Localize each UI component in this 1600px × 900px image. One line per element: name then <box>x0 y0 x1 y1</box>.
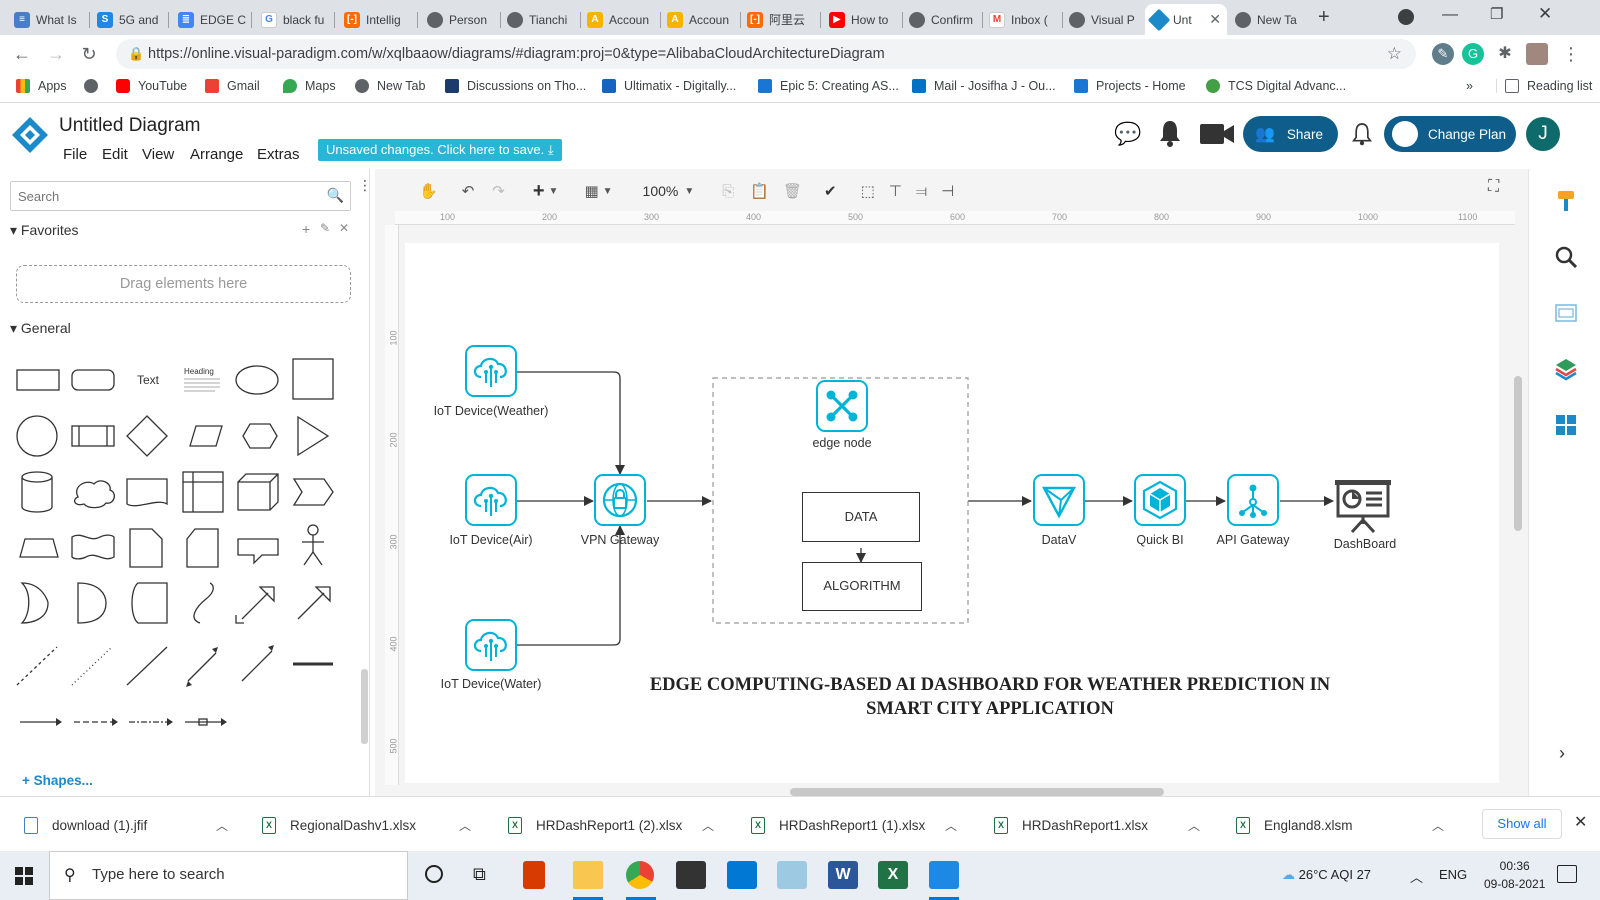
image-file-icon <box>24 816 38 834</box>
excel-file-icon: X <box>994 816 1008 834</box>
page-outline-icon[interactable] <box>1554 301 1578 325</box>
apps-panel-icon[interactable] <box>1554 413 1578 437</box>
vpn-gateway-node[interactable] <box>594 474 646 526</box>
cortana-icon[interactable] <box>425 865 443 883</box>
dashboard-node[interactable] <box>1334 478 1392 534</box>
quick-bi-icon <box>1142 480 1178 520</box>
api-gateway-icon <box>1239 484 1267 518</box>
vpn-gateway-label: VPN Gateway <box>580 533 660 547</box>
iot-weather-node[interactable] <box>465 345 517 397</box>
excel-file-icon: X <box>751 816 765 834</box>
file-explorer-icon[interactable] <box>573 861 603 889</box>
chevron-up-icon[interactable]: ︿ <box>1432 817 1444 834</box>
vpn-gateway-icon <box>602 482 638 518</box>
diagram-title[interactable]: EDGE COMPUTING-BASED AI DASHBOARD FOR WE… <box>580 673 1400 721</box>
office-app-icon[interactable] <box>523 861 545 889</box>
search-icon[interactable] <box>1554 245 1578 269</box>
excel-macro-file-icon: X <box>1236 816 1250 834</box>
vertical-scrollbar[interactable] <box>1514 376 1522 531</box>
api-gateway-label: API Gateway <box>1216 533 1290 547</box>
right-rail: › <box>1528 169 1600 796</box>
chevron-up-icon[interactable]: ︿ <box>1188 817 1200 834</box>
format-brush-icon[interactable] <box>1554 189 1578 213</box>
layers-icon[interactable] <box>1554 357 1578 381</box>
tray-overflow-icon[interactable]: ︿ <box>1410 867 1423 886</box>
weather-to-vpn-connector <box>516 371 625 475</box>
algorithm-node[interactable]: ALGORITHM <box>802 562 922 611</box>
edge-node[interactable] <box>816 380 868 432</box>
download-item[interactable]: X HRDashReport1.xlsx <box>994 811 1148 839</box>
download-item[interactable]: X HRDashReport1 (1).xlsx <box>751 811 925 839</box>
iot-device-icon <box>473 486 507 516</box>
word-app-icon[interactable]: W <box>828 861 858 889</box>
taskbar-search[interactable]: ⚲ Type here to search <box>49 851 408 900</box>
datav-node[interactable] <box>1033 474 1085 526</box>
quick-bi-label: Quick BI <box>1136 533 1184 547</box>
notifications-icon[interactable] <box>1557 865 1577 883</box>
iot-air-node[interactable] <box>465 474 517 526</box>
diagram-connectors <box>516 371 1334 646</box>
edge-node-label: edge node <box>812 436 872 450</box>
excel-file-icon: X <box>262 816 276 834</box>
weather-widget[interactable]: ☁ 26°C AQI 27 <box>1282 867 1371 883</box>
clock[interactable]: 00:36 09-08-2021 <box>1484 857 1545 893</box>
edge-node-icon <box>826 390 858 422</box>
data-node[interactable]: DATA <box>802 492 920 542</box>
datav-label: DataV <box>1041 533 1077 547</box>
download-item[interactable]: X HRDashReport1 (2).xlsx <box>508 811 682 839</box>
windows-start-icon[interactable] <box>15 867 33 885</box>
quick-bi-node[interactable] <box>1134 474 1186 526</box>
chevron-up-icon[interactable]: ︿ <box>459 817 471 834</box>
language-indicator[interactable]: ENG <box>1439 867 1467 882</box>
close-downloads-icon[interactable]: ✕ <box>1574 812 1587 832</box>
search-icon: ⚲ <box>64 867 76 884</box>
store-app-icon[interactable] <box>676 861 706 889</box>
mail-app-icon[interactable] <box>727 861 757 889</box>
iot-weather-label: IoT Device(Weather) <box>433 404 549 418</box>
paint-app-icon[interactable] <box>777 861 807 889</box>
iot-water-node[interactable] <box>465 619 517 671</box>
download-item[interactable]: download (1).jfif <box>24 811 147 839</box>
iot-device-icon <box>473 631 507 661</box>
excel-app-icon[interactable]: X <box>878 861 908 889</box>
show-all-downloads-button[interactable]: Show all <box>1482 809 1562 839</box>
chrome-app-icon[interactable] <box>626 861 654 889</box>
downloads-bar: download (1).jfif ︿ X RegionalDashv1.xlsx… <box>0 796 1600 851</box>
download-item[interactable]: X England8.xlsm <box>1236 811 1353 839</box>
chevron-up-icon[interactable]: ︿ <box>945 817 957 834</box>
windows-taskbar: ⚲ Type here to search ⧉ W X ☁ 26°C AQI 2… <box>0 851 1600 900</box>
taskbar-search-placeholder: Type here to search <box>92 866 225 883</box>
iot-device-icon <box>473 357 507 387</box>
chevron-up-icon[interactable]: ︿ <box>702 817 714 834</box>
chevron-up-icon[interactable]: ︿ <box>216 817 228 834</box>
datav-icon <box>1041 486 1077 519</box>
chevron-right-icon[interactable]: › <box>1559 743 1565 764</box>
horizontal-scrollbar[interactable] <box>790 788 1164 796</box>
api-gateway-node[interactable] <box>1227 474 1279 526</box>
task-view-icon[interactable]: ⧉ <box>473 864 486 885</box>
iot-air-label: IoT Device(Air) <box>449 533 533 547</box>
download-item[interactable]: X RegionalDashv1.xlsx <box>262 811 416 839</box>
weather-cloud-icon: ☁ <box>1282 867 1295 882</box>
iot-water-label: IoT Device(Water) <box>440 677 542 691</box>
excel-file-icon: X <box>508 816 522 834</box>
photos-app-icon[interactable] <box>929 861 959 889</box>
dashboard-label: DashBoard <box>1333 537 1397 551</box>
